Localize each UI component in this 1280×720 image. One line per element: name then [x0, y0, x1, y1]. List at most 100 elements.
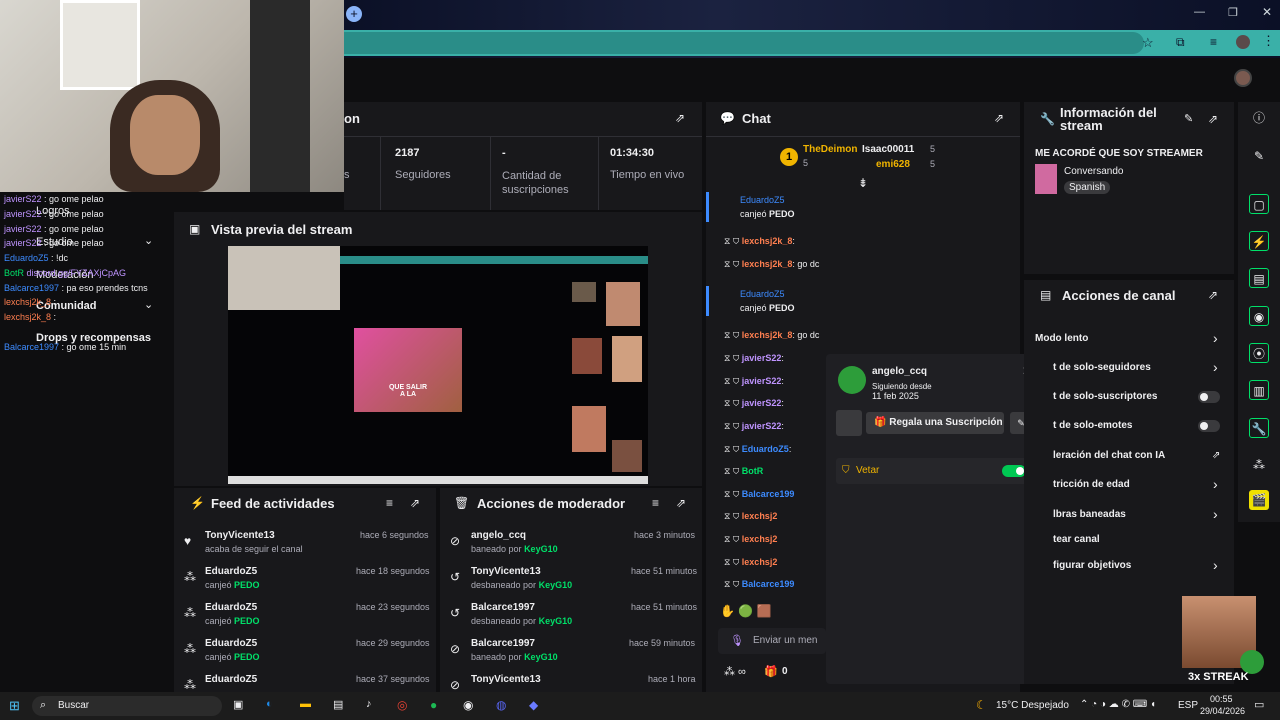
mod-tools-icon[interactable]: ⧖ ⛉ [724, 421, 742, 431]
chat-username[interactable]: lexchsj2k_8 [742, 259, 793, 269]
clock-time[interactable]: 00:55 [1210, 694, 1233, 704]
filter-icon[interactable]: ≡ [652, 496, 659, 510]
feed-user[interactable]: EduardoZ5 [205, 602, 257, 613]
chevron-right-icon[interactable]: › [1213, 330, 1218, 346]
task-view-icon[interactable]: ▣ [233, 698, 243, 711]
action-banned-words[interactable]: lbras baneadas [1053, 509, 1126, 520]
mod-target[interactable]: TonyVicente13 [471, 566, 541, 577]
mod-tools-icon[interactable]: ⧖ ⛉ [724, 511, 742, 521]
chat-username[interactable]: javierS22 [742, 398, 782, 408]
browser-menu-icon[interactable]: ⋮ [1262, 33, 1275, 49]
action-age-restriction[interactable]: tricción de edad [1053, 479, 1130, 490]
mod-tools-icon[interactable]: ⧖ ⛉ [724, 557, 742, 567]
chevron-right-icon[interactable]: › [1213, 359, 1218, 375]
layout-icon[interactable]: ▥ [1249, 380, 1269, 400]
clip-icon[interactable]: ▢ [1249, 194, 1269, 214]
clapper-icon[interactable]: 🎬 [1249, 490, 1269, 510]
mod-by[interactable]: KeyG10 [539, 580, 573, 590]
close-window-icon[interactable]: ✕ [1262, 5, 1272, 19]
mod-tools-icon[interactable]: ⧖ ⛉ [724, 353, 742, 363]
edge-icon[interactable]: ◐ [266, 698, 273, 710]
mod-tools-icon[interactable]: ⧖ ⛉ [724, 236, 742, 246]
chat-username[interactable]: javierS22 [742, 421, 782, 431]
media-icon[interactable]: ≡ [1210, 35, 1217, 49]
feed-user[interactable]: TonyVicente13 [205, 530, 275, 541]
mod-tools-icon[interactable]: ⧖ ⛉ [724, 444, 742, 454]
windows-start-icon[interactable]: ⊞ [9, 698, 20, 714]
obs-icon[interactable]: ◉ [463, 698, 473, 712]
maximize-icon[interactable]: ❐ [1228, 6, 1238, 19]
weather-text[interactable]: 15°C Despejado [996, 700, 1069, 711]
action-raid-channel[interactable]: tear canal [1053, 534, 1100, 545]
extensions-icon[interactable]: ⧉ [1176, 35, 1185, 50]
mod-target[interactable]: Balcarce1997 [471, 638, 535, 649]
spotify-icon[interactable]: ● [430, 698, 437, 712]
user-card-name[interactable]: angelo_ccq [872, 366, 927, 377]
subs-only-toggle[interactable] [1198, 391, 1220, 403]
preview-video[interactable]: QUE SALIR A LA [228, 246, 648, 484]
bookmark-star-icon[interactable]: ☆ [1142, 35, 1154, 51]
gift-sub-button[interactable]: 🎁 Regala una Suscripción [866, 412, 1004, 434]
popout-icon[interactable]: ⇗ [675, 111, 685, 125]
mod-by[interactable]: KeyG10 [524, 652, 558, 662]
mod-by[interactable]: KeyG10 [524, 544, 558, 554]
mod-tools-icon[interactable]: ⧖ ⛉ [724, 330, 742, 340]
lightning-icon[interactable]: ⚡ [1249, 231, 1269, 251]
mod-tools-icon[interactable]: ⧖ ⛉ [724, 466, 742, 476]
mic-icon[interactable]: 🎙 [730, 634, 744, 647]
redeem-user[interactable]: EduardoZ5 [740, 289, 785, 299]
action-goals[interactable]: figurar objetivos [1053, 560, 1131, 571]
mod-tools-icon[interactable]: ⧖ ⛉ [724, 579, 742, 589]
action-ai-moderation[interactable]: leración del chat con IA [1053, 450, 1165, 461]
profile-avatar[interactable] [1236, 35, 1250, 49]
wrench-icon[interactable]: 🔧 [1249, 418, 1269, 438]
popout-icon[interactable]: ⇗ [410, 496, 420, 510]
feed-user[interactable]: EduardoZ5 [205, 638, 257, 649]
chat-username[interactable]: lexchsj2k_8 [742, 330, 793, 340]
popout-icon[interactable]: ⇗ [1208, 112, 1218, 126]
leader-name[interactable]: Isaac00011 [862, 144, 914, 155]
discord-icon[interactable]: ◍ [496, 698, 506, 712]
chevron-right-icon[interactable]: › [1213, 557, 1218, 573]
address-bar[interactable] [344, 32, 1144, 54]
minimize-icon[interactable]: — [1194, 6, 1205, 18]
chat-username[interactable]: Balcarce199 [742, 489, 795, 499]
user-card-action[interactable] [836, 410, 862, 436]
mod-tools-icon[interactable]: ⧖ ⛉ [724, 489, 742, 499]
chat-username[interactable]: BotR [742, 466, 764, 476]
gift-icon[interactable]: 🎁 [764, 665, 778, 678]
chat-username[interactable]: javierS22 [742, 376, 782, 386]
popout-icon[interactable]: ⇗ [994, 111, 1004, 125]
action-slow-mode[interactable]: Modo lento [1035, 333, 1088, 344]
notifications-icon[interactable]: ▭ [1254, 698, 1264, 711]
tiktok-icon[interactable]: ♪ [366, 698, 372, 710]
chat-username[interactable]: lexchsj2 [742, 511, 778, 521]
feed-user[interactable]: EduardoZ5 [205, 566, 257, 577]
app-icon[interactable]: ◆ [529, 698, 538, 712]
pencil-icon[interactable]: ✎ [1249, 146, 1269, 166]
leader-name[interactable]: emi628 [876, 159, 910, 170]
broadcast-icon[interactable]: ⦿ [1249, 343, 1269, 363]
chat-icon[interactable]: ◉ [1249, 306, 1269, 326]
chat-username[interactable]: EduardoZ5 [742, 444, 789, 454]
category-name[interactable]: Conversando [1064, 166, 1123, 177]
external-link-icon[interactable]: ⇗ [1212, 450, 1220, 461]
filter-icon[interactable]: ≡ [386, 496, 393, 510]
emote-only-toggle[interactable] [1198, 420, 1220, 432]
folder-icon[interactable]: ▬ [300, 698, 311, 710]
chat-input[interactable]: 🎙 Enviar un men [718, 628, 826, 654]
chrome-icon[interactable]: ◎ [397, 698, 407, 712]
popout-icon[interactable]: ⇗ [676, 496, 686, 510]
mod-target[interactable]: Balcarce1997 [471, 602, 535, 613]
chat-username[interactable]: javierS22 [742, 353, 782, 363]
mod-target[interactable]: TonyVicente13 [471, 674, 541, 685]
chat-username[interactable]: lexchsj2 [742, 557, 778, 567]
leader-name[interactable]: TheDeimon [803, 144, 857, 155]
chevron-right-icon[interactable]: › [1213, 506, 1218, 522]
infinity-icon[interactable]: ⁂ ∞ [724, 665, 746, 678]
mod-by[interactable]: KeyG10 [539, 616, 573, 626]
user-avatar[interactable] [1234, 69, 1252, 87]
popout-icon[interactable]: ⇗ [1208, 288, 1218, 302]
tray-icons[interactable]: ⌃ ◔ ◑ ☁ ✆ ⌨ ◖ [1080, 699, 1156, 710]
taskbar-search[interactable]: ⌕ Buscar [32, 696, 222, 716]
